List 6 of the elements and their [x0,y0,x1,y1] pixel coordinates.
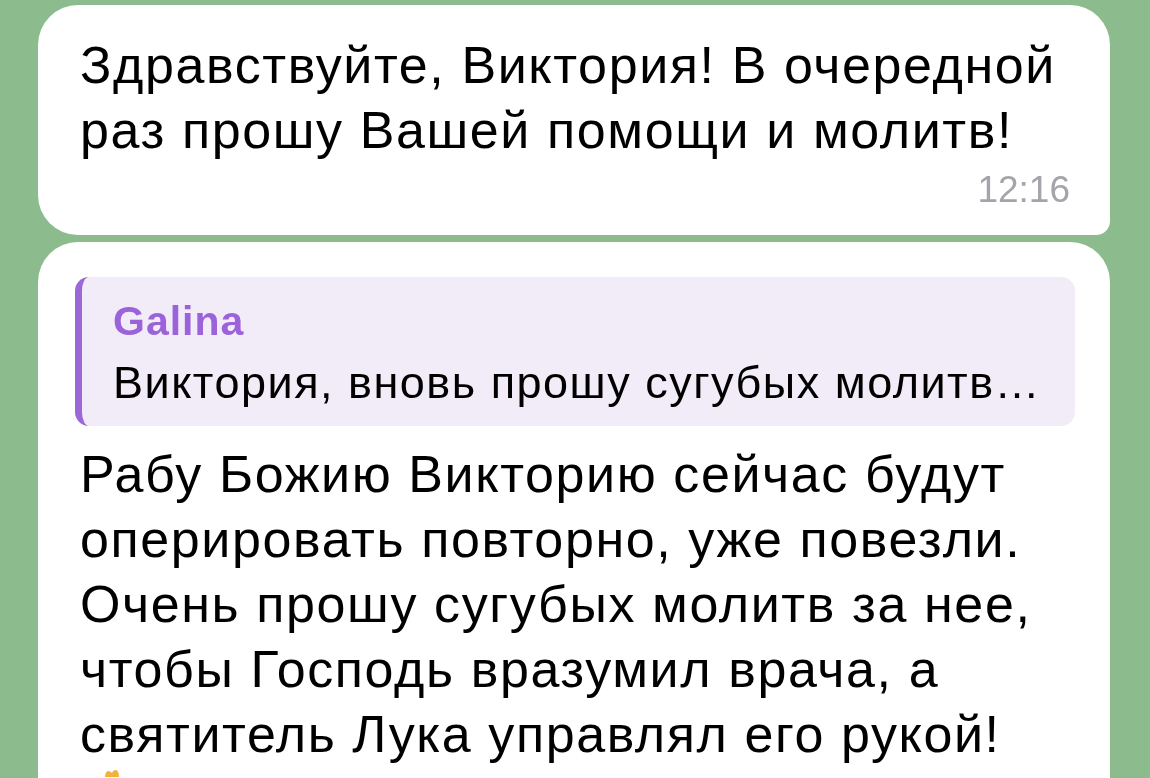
message-text: Здравствуйте, Виктория! В очередной раз прошу Вашей помощи и молитв! [80,35,1057,161]
reply-quote[interactable]: Galina Виктория, вновь прошу сугубых молитв… [75,277,1075,426]
reply-text: Виктория, вновь прошу сугубых молитв… [113,358,1042,408]
reply-author: Galina [113,298,245,344]
message-time: 12:16 [977,170,1070,210]
message-text: Рабу Божию Викторию сейчас будут оперировать повторно, уже повезли. Очень прошу сугубых молитв за нее, чтобы Господь вразумил врача, а святитель Лука управлял его рукой! [79,444,1033,765]
